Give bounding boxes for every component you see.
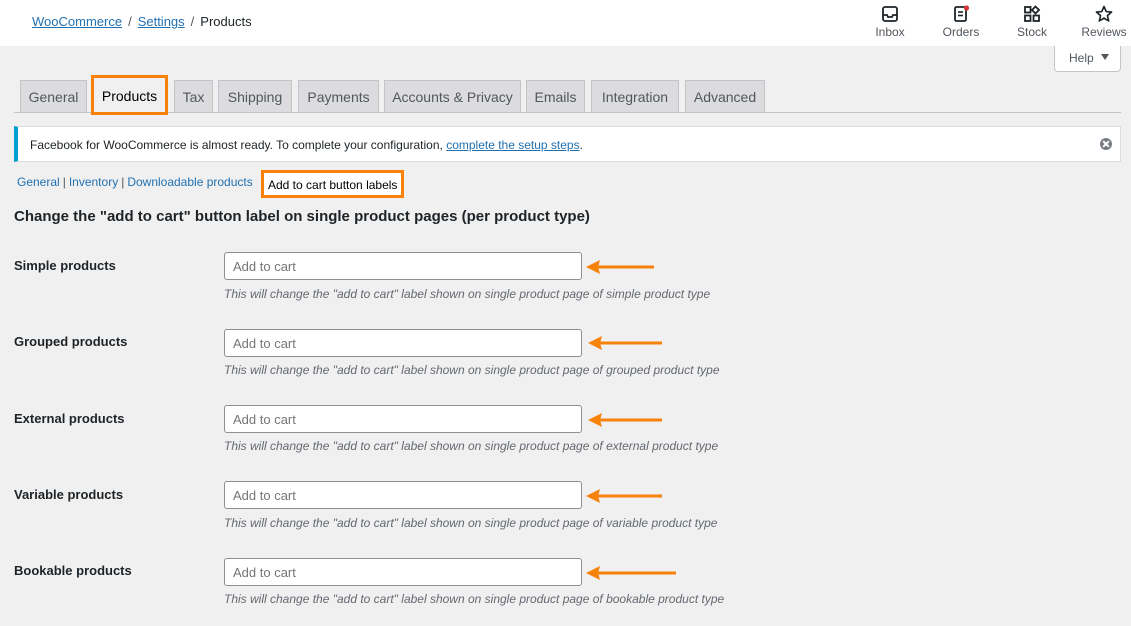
tab-integration[interactable]: Integration xyxy=(591,80,679,112)
arrow-icon xyxy=(586,260,654,274)
dismiss-icon[interactable] xyxy=(1100,138,1112,150)
breadcrumb-settings-link[interactable]: Settings xyxy=(138,14,185,29)
activity-orders-label: Orders xyxy=(942,25,980,39)
tab-advanced[interactable]: Advanced xyxy=(685,80,765,112)
bookable-products-label: Bookable products xyxy=(14,563,132,578)
caret-down-icon xyxy=(1101,54,1109,60)
top-bar: WooCommerce / Settings / Products Inbox Orde… xyxy=(0,0,1131,46)
tab-general[interactable]: General xyxy=(20,80,87,112)
breadcrumb-separator: / xyxy=(128,14,132,29)
subnav-separator: | xyxy=(62,175,66,189)
external-products-description: This will change the "add to cart" label… xyxy=(224,439,719,453)
help-label: Help xyxy=(1069,51,1094,65)
simple-products-input[interactable] xyxy=(224,252,582,280)
subnav-inventory[interactable]: Inventory xyxy=(69,175,118,189)
activity-orders[interactable]: Orders xyxy=(929,0,993,46)
activity-stock[interactable]: Stock xyxy=(1000,0,1064,46)
activity-stock-label: Stock xyxy=(1016,25,1047,39)
subnav-add-to-cart-labels[interactable]: Add to cart button labels xyxy=(261,170,405,198)
breadcrumb-current: Products xyxy=(200,14,252,29)
bookable-products-description: This will change the "add to cart" label… xyxy=(224,592,725,606)
tab-products[interactable]: Products xyxy=(91,75,168,115)
subnav-downloadable[interactable]: Downloadable products xyxy=(127,175,252,189)
breadcrumb-separator: / xyxy=(190,14,195,29)
grouped-products-input[interactable] xyxy=(224,329,582,357)
arrow-icon xyxy=(586,489,662,503)
variable-products-label: Variable products xyxy=(14,487,124,502)
bookable-products-input[interactable] xyxy=(224,558,582,586)
notice-text: Facebook for WooCommerce is almost ready… xyxy=(30,138,447,152)
variable-products-description: This will change the "add to cart" label… xyxy=(224,516,718,530)
external-products-label: External products xyxy=(14,411,125,426)
facebook-notice: Facebook for WooCommerce is almost ready… xyxy=(14,126,1121,162)
activity-reviews[interactable]: Reviews xyxy=(1072,0,1131,46)
help-button[interactable]: Help xyxy=(1054,46,1121,72)
tab-payments[interactable]: Payments xyxy=(298,80,379,112)
variable-products-input[interactable] xyxy=(224,481,582,509)
reviews-icon xyxy=(1095,5,1113,22)
simple-products-description: This will change the "add to cart" label… xyxy=(224,287,711,301)
tab-emails[interactable]: Emails xyxy=(526,80,585,112)
external-products-input[interactable] xyxy=(224,405,582,433)
section-title: Change the "add to cart" button label on… xyxy=(14,208,590,225)
orders-icon xyxy=(954,5,970,22)
tab-tax[interactable]: Tax xyxy=(174,80,213,112)
grouped-products-description: This will change the "add to cart" label… xyxy=(224,363,720,377)
simple-products-label: Simple products xyxy=(14,258,116,273)
arrow-icon xyxy=(588,413,662,427)
tab-shipping[interactable]: Shipping xyxy=(218,80,292,112)
activity-inbox-label: Inbox xyxy=(875,25,905,39)
activity-inbox[interactable]: Inbox xyxy=(858,0,922,46)
breadcrumb: WooCommerce / Settings / Products xyxy=(32,14,252,29)
arrow-icon xyxy=(588,336,662,350)
stock-icon xyxy=(1024,5,1041,22)
inbox-icon xyxy=(882,6,898,22)
subnav-general[interactable]: General xyxy=(17,175,60,189)
breadcrumb-woocommerce-link[interactable]: WooCommerce xyxy=(32,14,122,29)
setup-steps-link[interactable]: complete the setup steps xyxy=(446,138,579,152)
activity-reviews-label: Reviews xyxy=(1081,25,1127,39)
grouped-products-label: Grouped products xyxy=(14,334,128,349)
subnav-separator: | xyxy=(121,175,125,189)
products-subnav: General | Inventory | Downloadable products … xyxy=(17,170,405,198)
notice-end: . xyxy=(579,138,583,152)
tab-accounts-privacy[interactable]: Accounts & Privacy xyxy=(384,80,521,112)
arrow-icon xyxy=(586,566,676,580)
